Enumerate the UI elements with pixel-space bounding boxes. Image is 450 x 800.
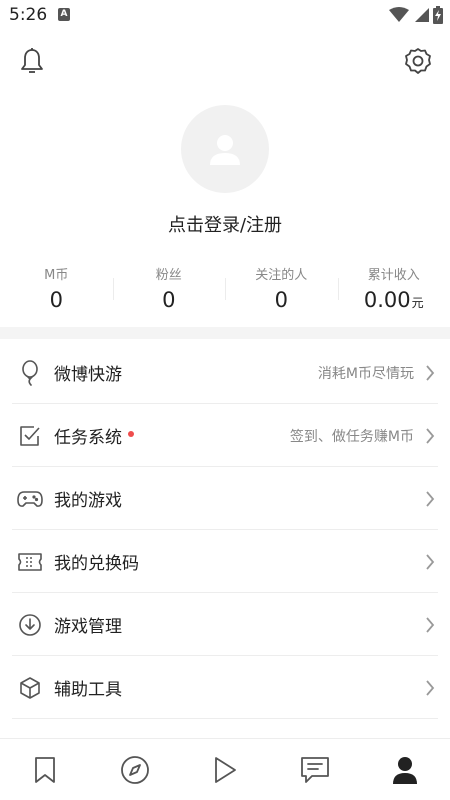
stat-following[interactable]: 关注的人 0: [225, 260, 338, 320]
menu-item-weibo-quick-games[interactable]: 微博快游 消耗M币尽情玩: [0, 341, 450, 404]
tab-profile[interactable]: [360, 739, 450, 800]
notification-dot: [128, 430, 134, 437]
a-app-icon: A: [58, 8, 70, 21]
play-icon: [215, 756, 236, 783]
tab-bookmarks[interactable]: [0, 739, 90, 800]
stat-label: 关注的人: [255, 268, 308, 283]
menu-item-my-games[interactable]: 我的游戏: [0, 467, 450, 530]
status-icons: [389, 5, 443, 25]
menu-item-hint: 消耗M币尽情玩: [317, 365, 414, 382]
chevron-right-icon: [424, 679, 436, 697]
notifications-button[interactable]: [16, 45, 48, 77]
stat-value: 0: [49, 288, 63, 312]
tab-discover[interactable]: [90, 739, 180, 800]
menu-item-label: 我的游戏: [54, 491, 122, 511]
stat-value: 0: [274, 288, 288, 312]
compass-icon: [121, 755, 149, 784]
profile-icon: [393, 756, 417, 784]
bookmark-icon: [35, 756, 55, 783]
stat-total-income[interactable]: 累计收入 0.00元: [337, 260, 450, 320]
message-icon: [301, 756, 329, 783]
menu-item-label: 任务系统: [54, 428, 122, 448]
download-circle-icon: [16, 611, 44, 639]
stat-label: 累计收入: [367, 268, 420, 283]
settings-button[interactable]: [402, 45, 434, 77]
stat-label: 粉丝: [155, 268, 182, 283]
menu-item-label: 辅助工具: [54, 680, 122, 700]
stat-fans[interactable]: 粉丝 0: [112, 260, 226, 320]
stat-label: M币: [44, 268, 69, 283]
stat-m-coin[interactable]: M币 0: [0, 260, 113, 320]
gamepad-icon: [16, 485, 44, 513]
login-register-link[interactable]: 点击登录/注册: [0, 211, 450, 237]
cube-icon: [16, 674, 44, 702]
ticket-icon: [16, 548, 44, 576]
bell-icon: [21, 48, 43, 73]
chevron-right-icon: [424, 490, 436, 508]
menu-item-task-system[interactable]: 任务系统 签到、做任务赚M币: [0, 404, 450, 467]
checkbox-icon: [16, 422, 44, 450]
status-time: 5:26: [9, 5, 48, 25]
status-bar: 5:26 A: [0, 0, 450, 30]
stat-value: 0.00元: [363, 288, 424, 312]
section-divider: [0, 327, 450, 339]
menu-item-auxiliary-tools[interactable]: 辅助工具: [0, 656, 450, 719]
chevron-right-icon: [424, 364, 436, 382]
menu-item-label: 游戏管理: [54, 617, 122, 637]
chevron-right-icon: [424, 616, 436, 634]
stat-value: 0: [162, 288, 176, 312]
tab-video[interactable]: [180, 739, 270, 800]
stat-unit: 元: [411, 296, 424, 310]
chevron-right-icon: [424, 553, 436, 571]
menu-item-game-management[interactable]: 游戏管理: [0, 593, 450, 656]
balloon-icon: [16, 359, 44, 387]
menu-item-my-redeem-codes[interactable]: 我的兑换码: [0, 530, 450, 593]
menu-item-label: 我的兑换码: [54, 554, 139, 574]
chevron-right-icon: [424, 427, 436, 445]
signal-icon: [415, 8, 429, 22]
user-placeholder-icon: [210, 135, 240, 165]
avatar[interactable]: [181, 105, 269, 193]
menu-item-hint: 签到、做任务赚M币: [289, 428, 414, 445]
gear-icon: [405, 48, 431, 74]
tab-messages[interactable]: [270, 739, 360, 800]
menu-item-label: 微博快游: [54, 365, 122, 385]
bottom-tab-bar: [0, 738, 450, 800]
battery-charging-icon: [433, 6, 443, 24]
wifi-icon: [389, 7, 409, 22]
stats-row: M币 0 粉丝 0 关注的人 0 累计收入 0.00元: [0, 260, 450, 320]
menu-list: 微博快游 消耗M币尽情玩 任务系统 签到、做任务赚M币 我的游戏 我的兑换码 游…: [0, 341, 450, 719]
